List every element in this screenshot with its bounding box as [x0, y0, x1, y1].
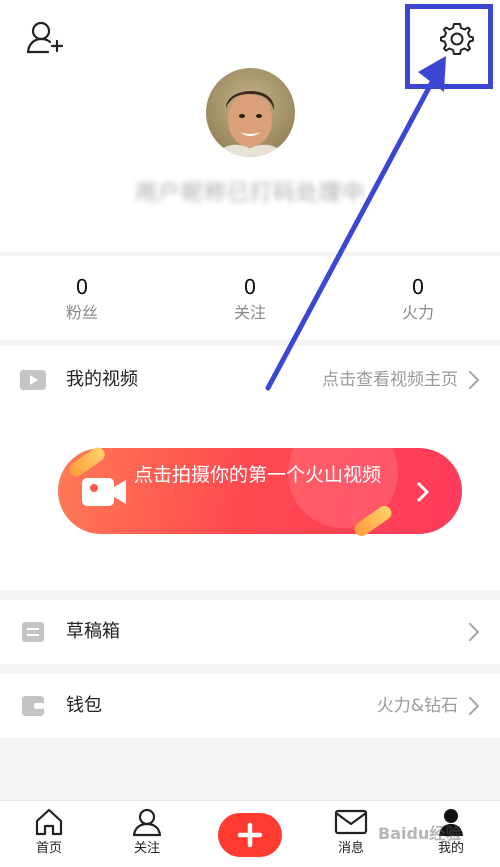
stat-following-label: 关注	[233, 303, 266, 322]
play-icon	[20, 370, 46, 390]
my-videos-hint: 点击查看视频主页	[322, 370, 458, 390]
add-friend-button[interactable]	[26, 20, 64, 56]
add-friend-icon	[26, 21, 64, 54]
stat-fans-label: 粉丝	[65, 303, 98, 322]
chevron-right-icon	[468, 696, 480, 716]
username: 用户昵称已打码处理中	[134, 181, 365, 206]
drafts-title: 草稿箱	[66, 621, 120, 642]
stat-firepower-label: 火力	[401, 303, 434, 322]
stat-fans-value: 0	[75, 275, 89, 299]
chevron-right-icon	[417, 482, 429, 502]
shoot-first-video-button[interactable]: 点击拍摄你的第一个火山视频	[58, 448, 462, 534]
avatar[interactable]	[206, 68, 295, 157]
draft-icon	[22, 622, 44, 642]
camera-icon	[82, 478, 126, 506]
stat-firepower[interactable]: 0 火力	[358, 274, 478, 324]
home-icon	[35, 808, 63, 836]
stats-bar: 0 粉丝 0 关注 0 火力	[0, 256, 500, 340]
nav-home[interactable]: 首页	[14, 807, 84, 865]
profile-page: 用户昵称已打码处理中 0 粉丝 0 关注 0 火力 我的视频 点击查看视频主页	[0, 0, 500, 867]
stat-firepower-value: 0	[411, 275, 425, 299]
wallet-row[interactable]: 钱包 火力&钻石	[0, 674, 500, 738]
wallet-icon	[22, 696, 44, 716]
wallet-title: 钱包	[66, 695, 102, 716]
annotation-highlight-box	[405, 4, 493, 89]
chevron-right-icon	[468, 370, 480, 390]
create-video-button[interactable]	[218, 813, 282, 857]
follow-icon	[132, 808, 162, 837]
shoot-button-label: 点击拍摄你的第一个火山视频	[134, 464, 382, 486]
drafts-row[interactable]: 草稿箱	[0, 600, 500, 664]
nav-messages-label: 消息	[337, 841, 364, 856]
wallet-hint: 火力&钻石	[376, 696, 458, 716]
nav-follow[interactable]: 关注	[112, 807, 182, 865]
stat-following[interactable]: 0 关注	[190, 274, 310, 324]
stat-fans[interactable]: 0 粉丝	[22, 274, 142, 324]
my-videos-title: 我的视频	[66, 369, 138, 390]
plus-icon	[237, 822, 263, 848]
stat-following-value: 0	[243, 275, 257, 299]
nav-home-label: 首页	[35, 841, 62, 856]
watermark: Baidu经验	[378, 824, 462, 843]
nav-messages[interactable]: 消息	[316, 807, 386, 865]
chevron-right-icon	[468, 622, 480, 642]
message-icon	[334, 809, 368, 835]
nav-follow-label: 关注	[133, 841, 160, 856]
my-videos-row[interactable]: 我的视频 点击查看视频主页	[0, 348, 500, 412]
avatar-image	[206, 68, 295, 157]
